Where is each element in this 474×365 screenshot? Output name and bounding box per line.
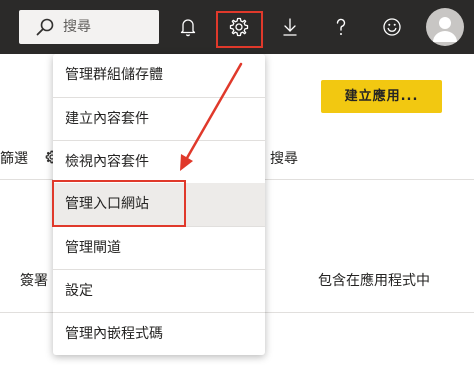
top-bar: 搜尋 bbox=[0, 0, 474, 54]
column-header-sign: 簽署 bbox=[20, 273, 48, 289]
menu-item-create-content-pack[interactable]: 建立內容套件 bbox=[53, 97, 265, 140]
menu-item-settings[interactable]: 設定 bbox=[53, 269, 265, 312]
column-header-included-in-app: 包含在應用程式中 bbox=[318, 273, 430, 289]
create-app-button[interactable]: 建立應用... bbox=[321, 80, 442, 113]
admin-portal-highlight-box bbox=[52, 180, 186, 227]
search-icon bbox=[36, 18, 54, 36]
menu-item-manage-gateways[interactable]: 管理閘道 bbox=[53, 226, 265, 269]
menu-item-manage-embed-codes[interactable]: 管理內嵌程式碼 bbox=[53, 312, 265, 355]
search-text[interactable]: 搜尋 bbox=[270, 150, 298, 168]
menu-item-manage-group-storage[interactable]: 管理群組儲存體 bbox=[53, 54, 265, 97]
download-icon[interactable] bbox=[278, 15, 302, 39]
filter-text[interactable]: 篩選 bbox=[0, 150, 28, 168]
help-icon[interactable] bbox=[329, 15, 353, 39]
bell-icon[interactable] bbox=[176, 15, 200, 39]
menu-item-view-content-pack[interactable]: 檢視內容套件 bbox=[53, 140, 265, 183]
avatar-icon[interactable] bbox=[426, 8, 464, 46]
gear-highlight-box bbox=[216, 11, 263, 48]
search-label: 搜尋 bbox=[63, 19, 91, 35]
smiley-icon[interactable] bbox=[380, 15, 404, 39]
search-box[interactable]: 搜尋 bbox=[19, 10, 159, 44]
